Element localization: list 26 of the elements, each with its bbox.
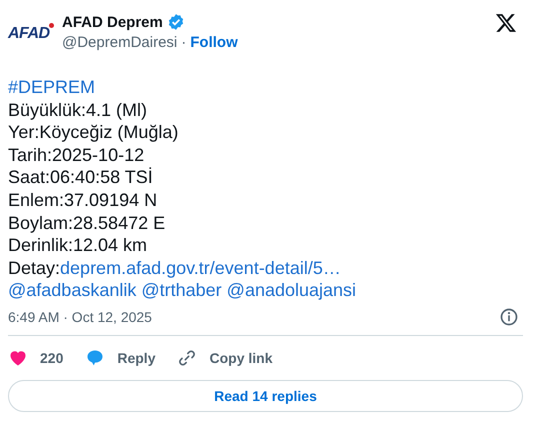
copy-link-button[interactable]: Copy link [209, 350, 272, 366]
tweet-text: Yer:Köyceğiz (Muğla) [8, 121, 178, 144]
speech-bubble-icon[interactable] [85, 348, 106, 368]
tweet-link[interactable]: #DEPREM [8, 76, 96, 99]
author-handle[interactable]: @DepremDairesi [62, 34, 178, 51]
tweet-text: Saat:06:40:58 TSİ [8, 166, 153, 189]
reply-button[interactable]: Reply [117, 350, 156, 366]
tweet-text: Büyüklük:4.1 (Ml) [8, 98, 148, 122]
follow-link[interactable]: Follow [190, 34, 238, 51]
tweet-text: Derinlik:12.04 km [8, 234, 148, 257]
x-logo-icon[interactable] [495, 12, 517, 34]
tweet-link[interactable]: deprem.afad.gov.tr/event-detail/5… [60, 256, 341, 280]
tweet-text: Enlem:37.09194 N [8, 188, 158, 212]
author-name[interactable]: AFAD Deprem [62, 14, 163, 30]
read-replies-button[interactable]: Read 14 replies [8, 380, 523, 412]
info-icon[interactable] [499, 306, 519, 327]
tweet-text: Detay: [8, 256, 60, 280]
link-icon[interactable] [177, 348, 198, 368]
timestamp[interactable]: 6:49 AM · Oct 12, 2025 [8, 308, 152, 325]
like-count[interactable]: 220 [40, 350, 64, 366]
tweet-link[interactable]: @trthaber [141, 279, 222, 302]
tweet-link[interactable]: @anadoluajansi [226, 279, 356, 302]
separator: · [181, 34, 186, 51]
tweet-text: Boylam:28.58472 E [8, 212, 166, 234]
tweet-text: Tarih:2025-10-12 [8, 144, 144, 166]
tweet-link[interactable]: @afadbaskanlik [8, 279, 136, 302]
